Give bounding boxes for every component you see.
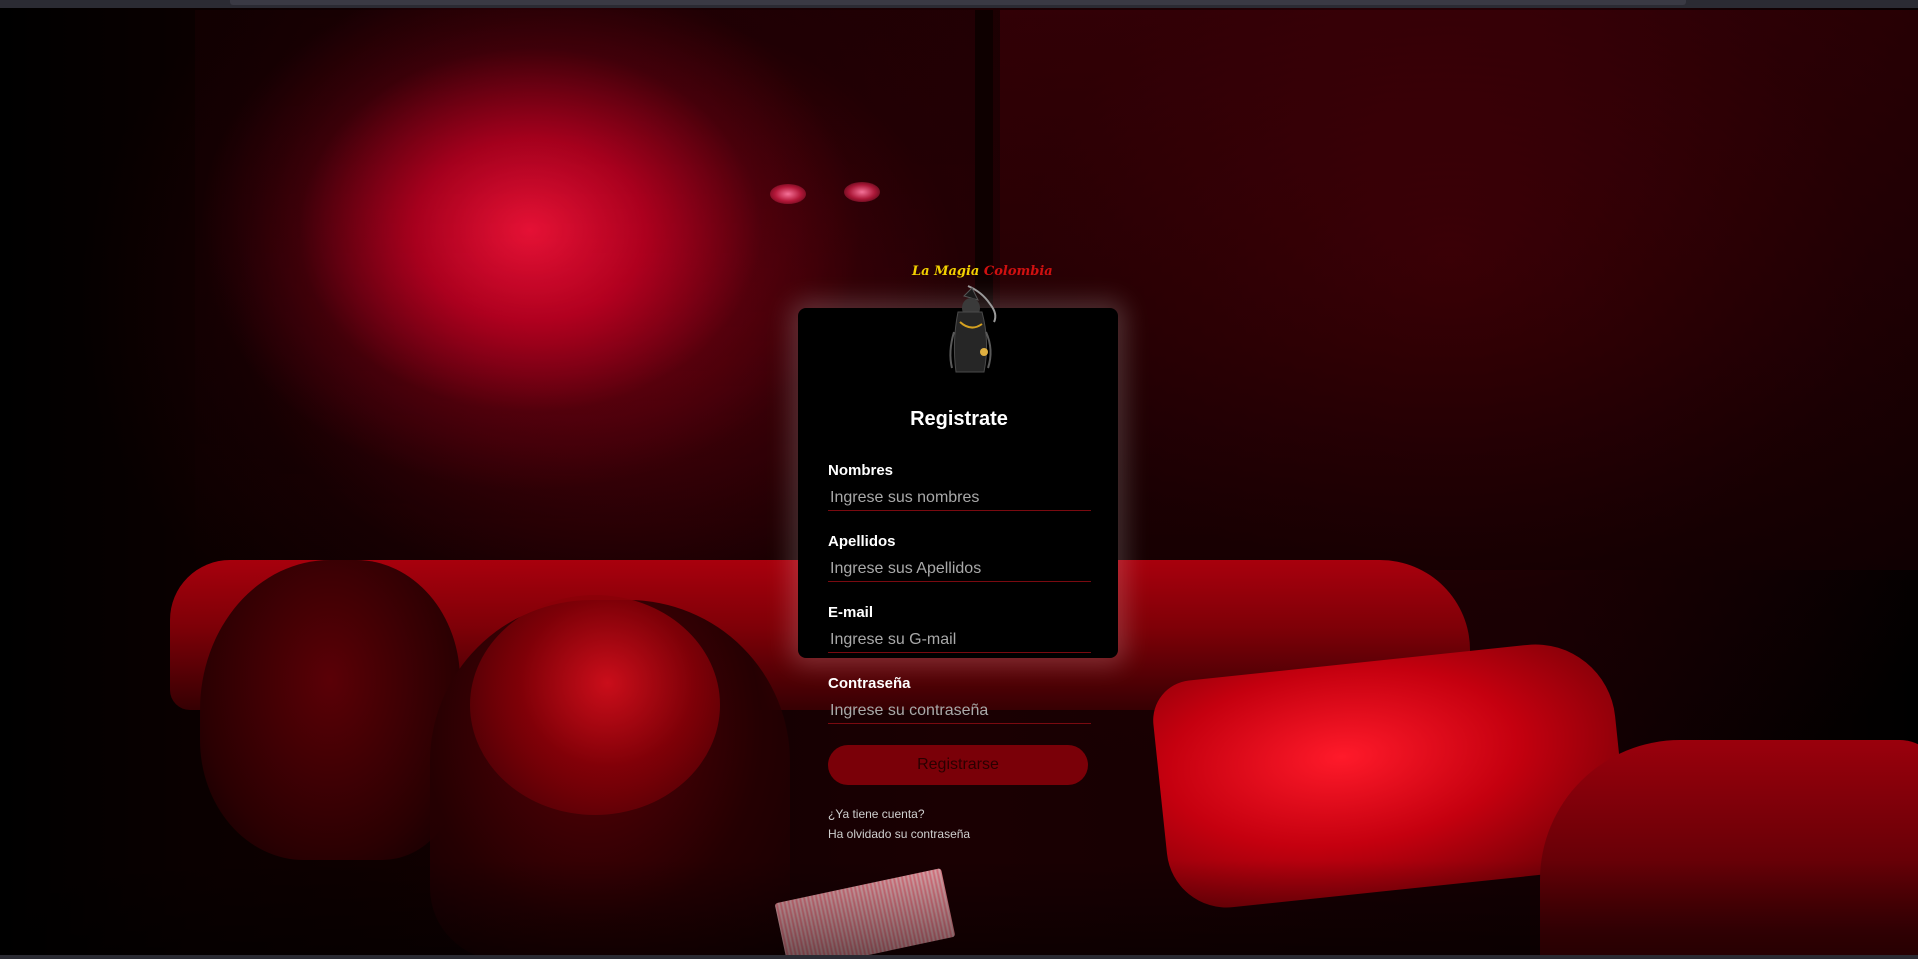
nombres-input[interactable] — [828, 485, 1091, 511]
forgot-password-link[interactable]: Ha olvidado su contraseña — [828, 827, 970, 841]
password-field: Contraseña — [828, 674, 1091, 724]
page-title: Registrate — [910, 408, 1008, 430]
browser-bottom-strip — [0, 955, 1918, 959]
email-field: E-mail — [828, 603, 1091, 653]
password-input[interactable] — [828, 698, 1091, 724]
witch-figure-icon — [949, 285, 997, 373]
apellidos-label: Apellidos — [828, 533, 896, 550]
ghost-eye-right — [844, 182, 880, 202]
ghost-eye-left — [770, 184, 806, 204]
background-pillow-left — [200, 560, 460, 860]
brand-logo: La Magia Colombia — [900, 258, 1053, 383]
register-page: La Magia Colombia Registrate Nombres Ape… — [0, 0, 1918, 959]
have-account-link[interactable]: ¿Ya tiene cuenta? — [828, 807, 925, 821]
logo-text: La Magia Colombia — [912, 264, 1053, 279]
nombres-label: Nombres — [828, 462, 894, 479]
email-input[interactable] — [828, 627, 1091, 653]
logo-word-2: Colombia — [983, 264, 1053, 279]
background-floor-shade — [0, 860, 1918, 959]
register-button[interactable]: Registrarse — [828, 745, 1088, 785]
apellidos-input[interactable] — [828, 556, 1091, 582]
apellidos-field: Apellidos — [828, 532, 1091, 582]
logo-word-1: La Magia — [912, 264, 980, 279]
password-label: Contraseña — [828, 675, 911, 692]
browser-top-strip — [0, 0, 1918, 8]
background-girl-hair — [470, 595, 720, 815]
email-label: E-mail — [828, 604, 874, 621]
nombres-field: Nombres — [828, 461, 1091, 511]
background-wall — [1000, 10, 1918, 570]
browser-scroll-strip — [230, 0, 1686, 5]
